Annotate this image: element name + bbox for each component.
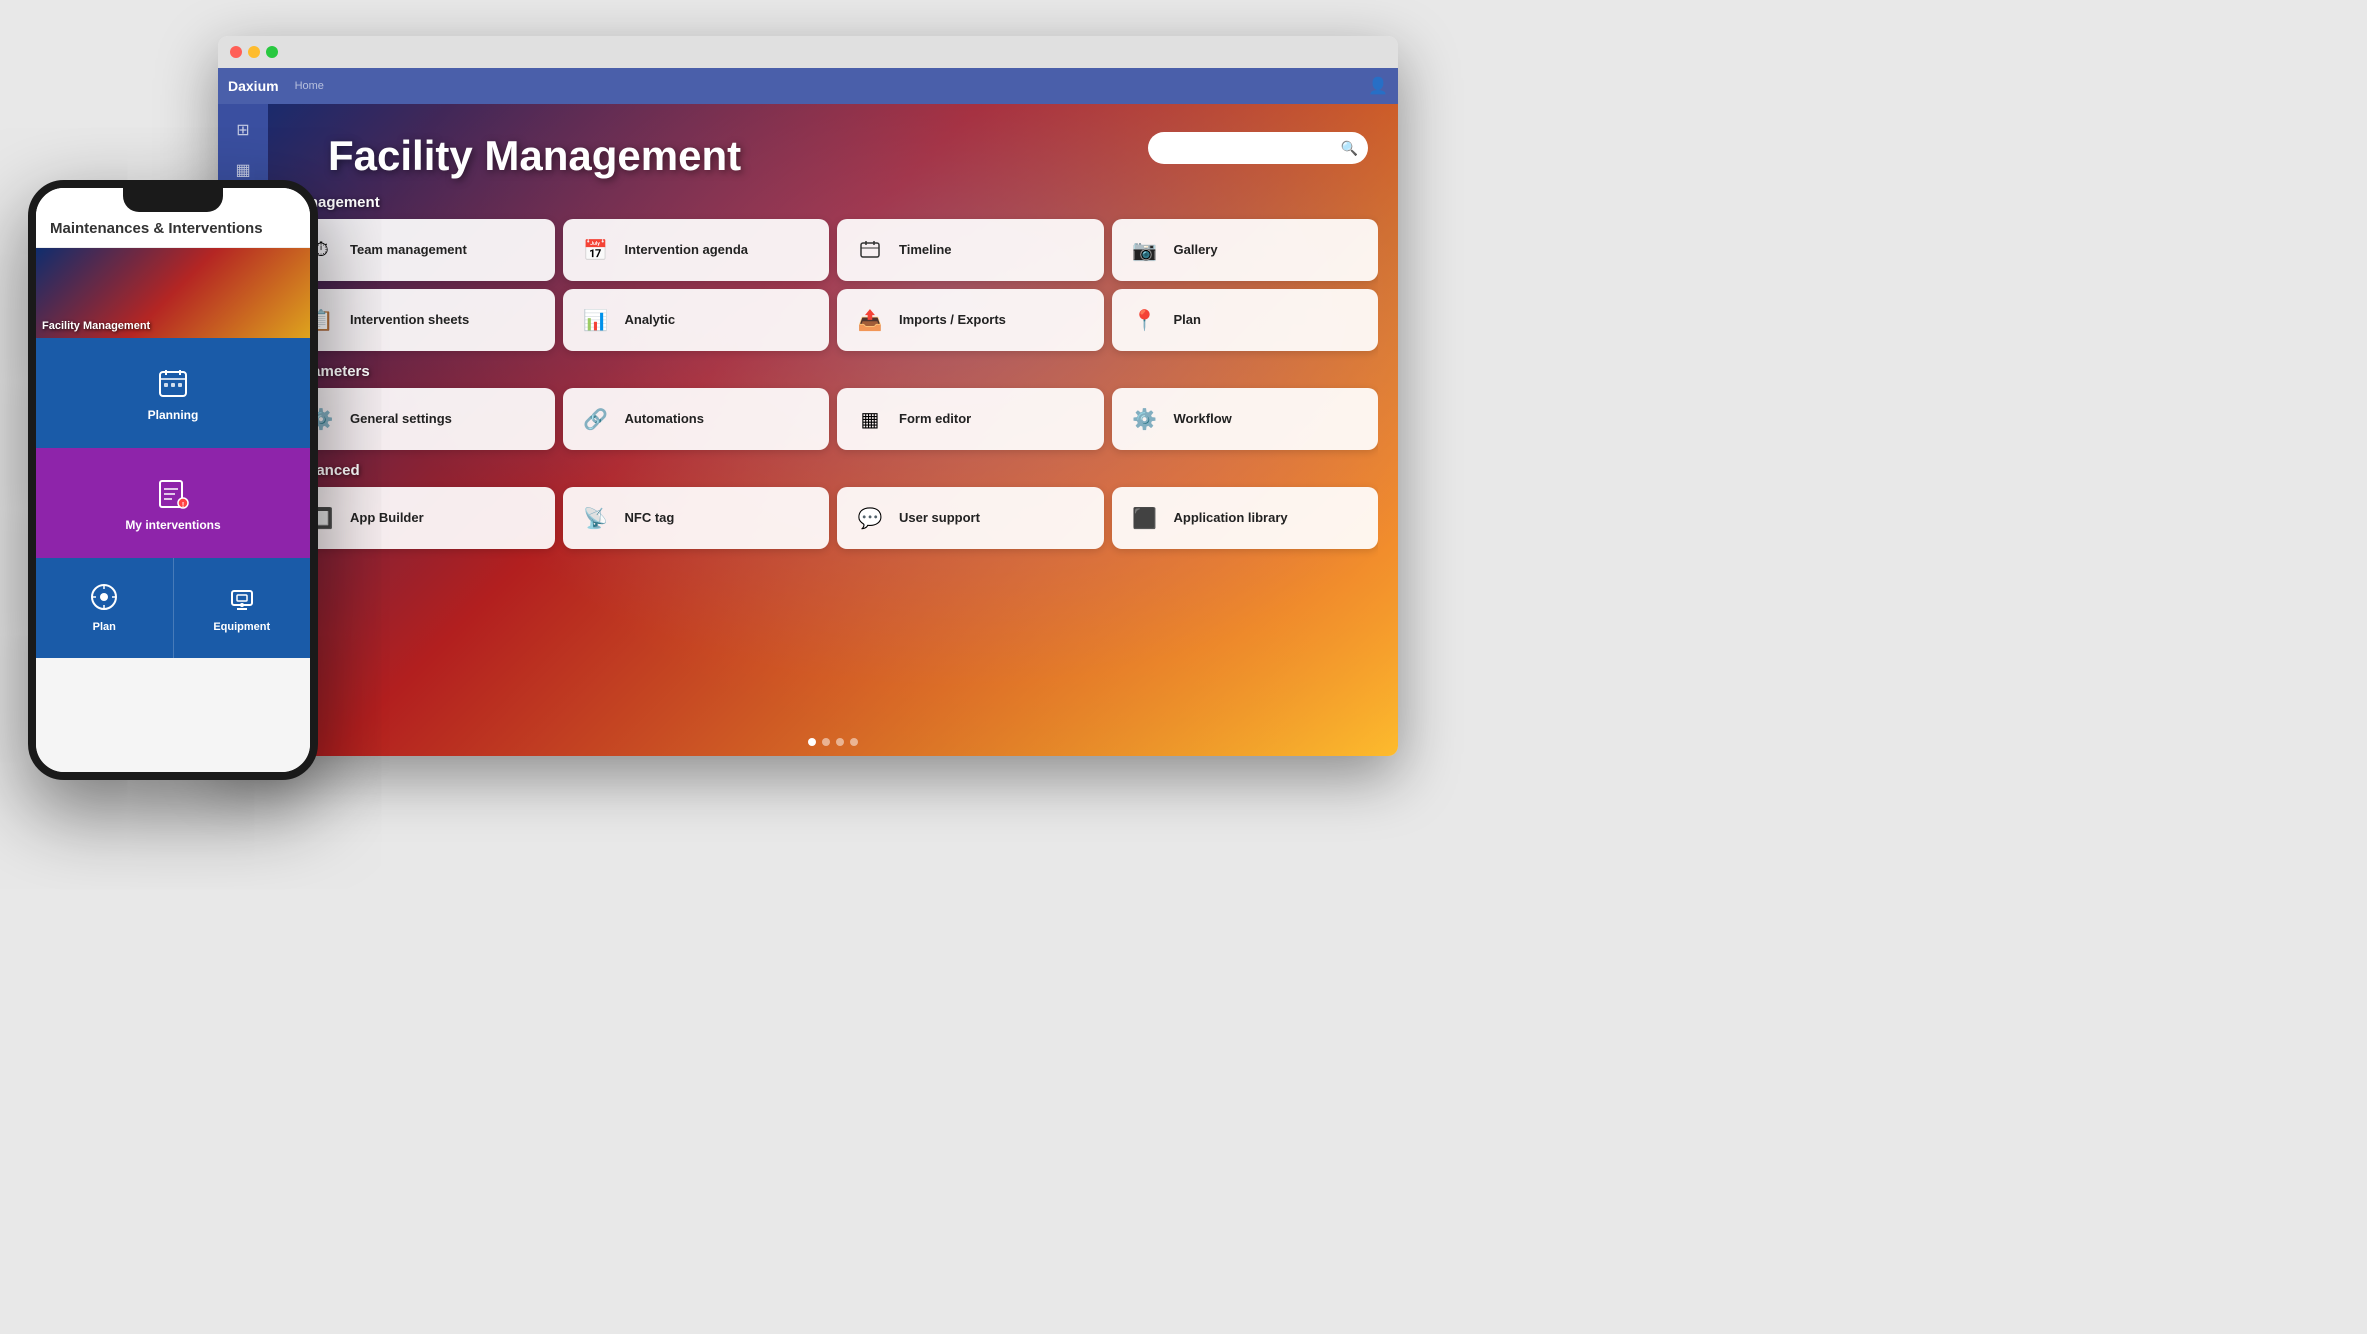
phone-screen: Maintenances & Interventions Facility Ma…: [36, 188, 310, 772]
svg-text:!: !: [182, 502, 184, 509]
browser-content: ⊞ ▦ 🕐 Facility Management 🔍 Management ⏱…: [218, 104, 1398, 756]
app-logo: Daxium: [228, 78, 279, 94]
card-intervention-agenda-label: Intervention agenda: [625, 242, 749, 259]
card-application-library[interactable]: ⬛ Application library: [1112, 487, 1379, 549]
card-app-builder-label: App Builder: [350, 510, 424, 527]
carousel-dots: [808, 738, 858, 746]
card-intervention-agenda[interactable]: 📅 Intervention agenda: [563, 219, 830, 281]
card-app-builder[interactable]: 🔲 App Builder: [288, 487, 555, 549]
card-workflow-label: Workflow: [1174, 411, 1232, 428]
card-user-support[interactable]: 💬 User support: [837, 487, 1104, 549]
card-gallery-label: Gallery: [1174, 242, 1218, 259]
plan-cell-icon: [90, 583, 118, 617]
advanced-grid: 🔲 App Builder 📡 NFC tag 💬 User support ⬛…: [288, 487, 1378, 549]
card-intervention-sheets-label: Intervention sheets: [350, 312, 469, 329]
browser-toolbar: Daxium Home 👤: [218, 68, 1398, 104]
maximize-button[interactable]: [266, 46, 278, 58]
phone-notch: [123, 188, 223, 212]
section-advanced-label: Advanced: [288, 462, 1378, 479]
phone-planning-item[interactable]: Planning: [36, 364, 310, 422]
interventions-icon: !: [154, 474, 192, 512]
home-nav-item[interactable]: Home: [295, 80, 324, 92]
card-user-support-label: User support: [899, 510, 980, 527]
page-title: Facility Management: [328, 132, 741, 180]
section-parameters-label: Parameters: [288, 363, 1378, 380]
automations-icon: 🔗: [577, 400, 615, 438]
card-plan-label: Plan: [1174, 312, 1201, 329]
planning-label: Planning: [148, 408, 199, 422]
dot-3[interactable]: [836, 738, 844, 746]
cards-area: Management ⏱ Team management 📅 Intervent…: [288, 194, 1378, 736]
card-workflow[interactable]: ⚙️ Workflow: [1112, 388, 1379, 450]
mobile-phone: Maintenances & Interventions Facility Ma…: [28, 180, 318, 780]
card-imports-exports[interactable]: 📤 Imports / Exports: [837, 289, 1104, 351]
browser-titlebar: [218, 36, 1398, 68]
card-nfc-tag-label: NFC tag: [625, 510, 675, 527]
card-plan[interactable]: 📍 Plan: [1112, 289, 1379, 351]
card-imports-exports-label: Imports / Exports: [899, 312, 1006, 329]
dot-4[interactable]: [850, 738, 858, 746]
close-button[interactable]: [230, 46, 242, 58]
intervention-agenda-icon: 📅: [577, 231, 615, 269]
management-grid: ⏱ Team management 📅 Intervention agenda: [288, 219, 1378, 351]
browser-window: Daxium Home 👤 ⊞ ▦ 🕐 Facility Management …: [218, 36, 1398, 756]
imports-exports-icon: 📤: [851, 301, 889, 339]
phone-planning-card[interactable]: Planning: [36, 338, 310, 448]
search-icon: 🔍: [1341, 140, 1358, 157]
card-gallery[interactable]: 📷 Gallery: [1112, 219, 1379, 281]
analytic-icon: 📊: [577, 301, 615, 339]
card-form-editor-label: Form editor: [899, 411, 971, 428]
user-support-icon: 💬: [851, 499, 889, 537]
phone-plan-cell[interactable]: Plan: [36, 558, 174, 658]
card-timeline-label: Timeline: [899, 242, 952, 259]
nfc-tag-icon: 📡: [577, 499, 615, 537]
dot-1[interactable]: [808, 738, 816, 746]
card-form-editor[interactable]: ▦ Form editor: [837, 388, 1104, 450]
card-team-management-label: Team management: [350, 242, 467, 259]
card-intervention-sheets[interactable]: 📋 Intervention sheets: [288, 289, 555, 351]
workflow-icon: ⚙️: [1126, 400, 1164, 438]
card-timeline[interactable]: Timeline: [837, 219, 1104, 281]
main-content-area: Facility Management 🔍 Management ⏱ Team …: [268, 104, 1398, 756]
phone-interventions-item[interactable]: ! My interventions: [36, 474, 310, 532]
card-general-settings-label: General settings: [350, 411, 452, 428]
minimize-button[interactable]: [248, 46, 260, 58]
equipment-cell-label: Equipment: [213, 621, 270, 633]
user-icon: 👤: [1368, 76, 1388, 96]
phone-equipment-cell[interactable]: Equipment: [174, 558, 311, 658]
gallery-icon: 📷: [1126, 231, 1164, 269]
card-nfc-tag[interactable]: 📡 NFC tag: [563, 487, 830, 549]
card-analytic[interactable]: 📊 Analytic: [563, 289, 830, 351]
phone-bottom-row: Plan Equipment: [36, 558, 310, 658]
card-automations-label: Automations: [625, 411, 704, 428]
equipment-cell-icon: [228, 583, 256, 617]
section-management-label: Management: [288, 194, 1378, 211]
card-team-management[interactable]: ⏱ Team management: [288, 219, 555, 281]
card-automations[interactable]: 🔗 Automations: [563, 388, 830, 450]
search-bar[interactable]: 🔍: [1148, 132, 1368, 164]
planning-icon: [154, 364, 192, 402]
sidebar-grid-icon[interactable]: ⊞: [227, 114, 259, 146]
card-application-library-label: Application library: [1174, 510, 1288, 527]
phone-card-image-label: Facility Management: [42, 320, 150, 332]
interventions-label: My interventions: [125, 518, 220, 532]
plan-icon: 📍: [1126, 301, 1164, 339]
card-general-settings[interactable]: ⚙️ General settings: [288, 388, 555, 450]
application-library-icon: ⬛: [1126, 499, 1164, 537]
plan-cell-label: Plan: [93, 621, 116, 633]
form-editor-icon: ▦: [851, 400, 889, 438]
phone-card-image[interactable]: Facility Management: [36, 248, 310, 338]
card-analytic-label: Analytic: [625, 312, 676, 329]
parameters-grid: ⚙️ General settings 🔗 Automations ▦ Form…: [288, 388, 1378, 450]
timeline-icon: [851, 231, 889, 269]
phone-interventions-card[interactable]: ! My interventions: [36, 448, 310, 558]
dot-2[interactable]: [822, 738, 830, 746]
